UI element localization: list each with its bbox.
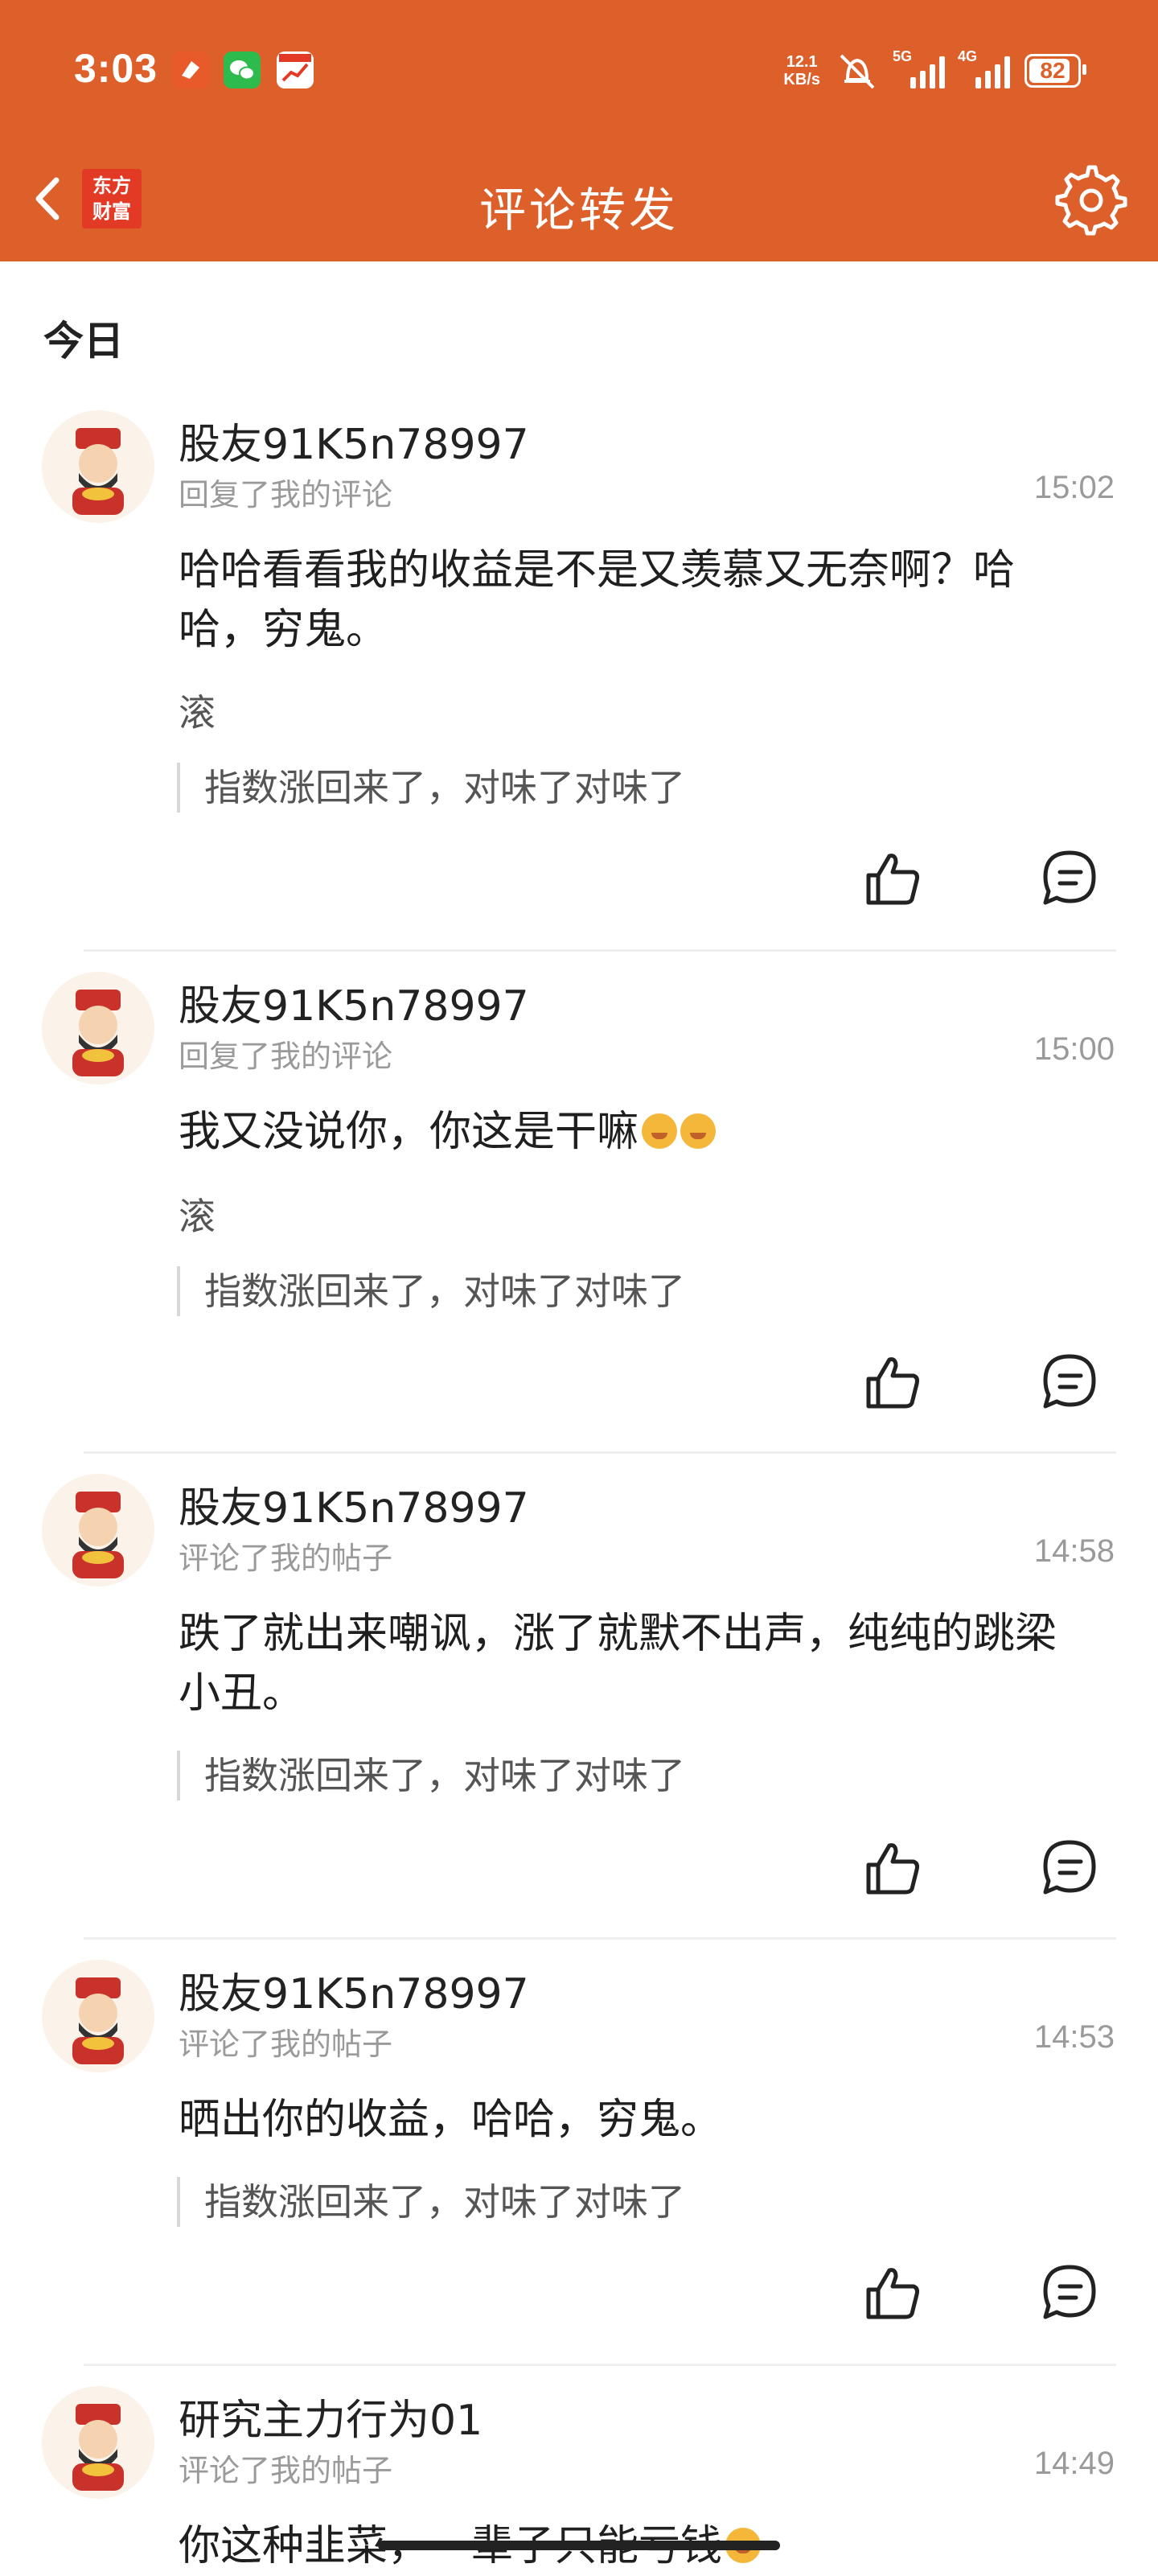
comment-bubble-icon[interactable] [1036,1834,1103,1902]
avatar[interactable] [42,2386,154,2499]
signal-5g-icon: 5G [893,48,945,88]
comment-content[interactable]: 跌了就出来嘲讽，涨了就默不出声，纯纯的跳梁小丑。 [179,1604,1095,1723]
stock-app-icon [277,51,314,88]
divider [84,1937,1116,1940]
timestamp: 14:58 [1033,1533,1115,1569]
nav-bar: 东方 财富 评论转发 [0,153,1158,245]
thumbs-up-icon[interactable] [860,846,925,911]
battery-level: 82 [1040,58,1066,83]
avatar[interactable] [42,410,154,523]
comment-content[interactable]: 晒出你的收益，哈哈，穷鬼。 [179,2090,1095,2150]
timestamp: 14:53 [1033,2019,1115,2055]
timestamp: 14:49 [1033,2446,1115,2481]
app-header: 3:03 12.1 KB/s 5G 4G 82 东方 财富 评论转发 [0,0,1158,261]
avatar[interactable] [42,1960,154,2072]
divider [84,949,1116,952]
status-time: 3:03 [74,46,158,91]
network-speed-value: 12.1 [786,53,818,71]
divider [84,1451,1116,1454]
action-text: 回复了我的评论 [179,1039,393,1074]
action-text: 评论了我的帖子 [179,1541,393,1576]
network-speed-unit: KB/s [783,71,820,88]
action-text: 评论了我的帖子 [179,2453,393,2488]
user-name[interactable]: 股友91K5n78997 [179,410,529,471]
avatar[interactable] [42,1474,154,1586]
action-text: 回复了我的评论 [179,477,393,512]
avatar[interactable] [42,972,154,1084]
user-name[interactable]: 股友91K5n78997 [179,1474,529,1534]
thumbs-up-icon[interactable] [860,1836,925,1900]
comment-bubble-icon[interactable] [1036,845,1103,912]
comment-bubble-icon[interactable] [1036,2259,1103,2327]
comment-content[interactable]: 哈哈看看我的收益是不是又羡慕又无奈啊？哈哈，穷鬼。 [179,541,1095,660]
quoted-post[interactable]: 指数涨回来了，对味了对味了 [177,763,685,813]
quoted-post[interactable]: 指数涨回来了，对味了对味了 [177,1266,685,1316]
mute-bell-icon [840,54,875,89]
quoted-post[interactable]: 指数涨回来了，对味了对味了 [177,2177,685,2227]
divider [84,2364,1116,2366]
wechat-icon [224,51,261,88]
action-text: 评论了我的帖子 [179,2027,393,2062]
signal-5g-label: 5G [893,48,913,64]
page-title: 评论转发 [478,183,679,237]
battery-icon: 82 [1025,54,1086,88]
thumbs-up-icon[interactable] [860,1350,925,1414]
comment-bubble-icon[interactable] [1036,1348,1103,1416]
gear-icon[interactable] [1055,164,1127,237]
quoted-post[interactable]: 指数涨回来了，对味了对味了 [177,1751,685,1800]
timestamp: 15:02 [1033,470,1115,505]
emoji-icon [642,1113,678,1149]
user-name[interactable]: 研究主力行为01 [179,2386,482,2446]
user-name[interactable]: 股友91K5n78997 [179,972,529,1032]
status-bar: 3:03 12.1 KB/s 5G 4G 82 [0,0,1158,145]
signal-4g-label: 4G [958,48,978,64]
user-name[interactable]: 股友91K5n78997 [179,1960,529,2020]
my-reply: 滚 [179,1195,216,1238]
thumbs-up-icon[interactable] [860,2261,925,2325]
comment-text: 我又没说你，你这是干嘛 [179,1108,639,1156]
home-indicator[interactable] [378,2541,780,2550]
signal-4g-icon: 4G [958,48,1010,88]
emoji-icon [680,1113,717,1149]
status-indicators: 12.1 KB/s 5G 4G 82 [783,47,1086,95]
comment-content[interactable]: 我又没说你，你这是干嘛 [179,1102,1095,1162]
timestamp: 15:00 [1033,1031,1115,1067]
app-notification-icon [172,51,209,88]
my-reply: 滚 [179,691,216,735]
section-label-today: 今日 [43,318,124,364]
network-speed: 12.1 KB/s [783,53,820,88]
